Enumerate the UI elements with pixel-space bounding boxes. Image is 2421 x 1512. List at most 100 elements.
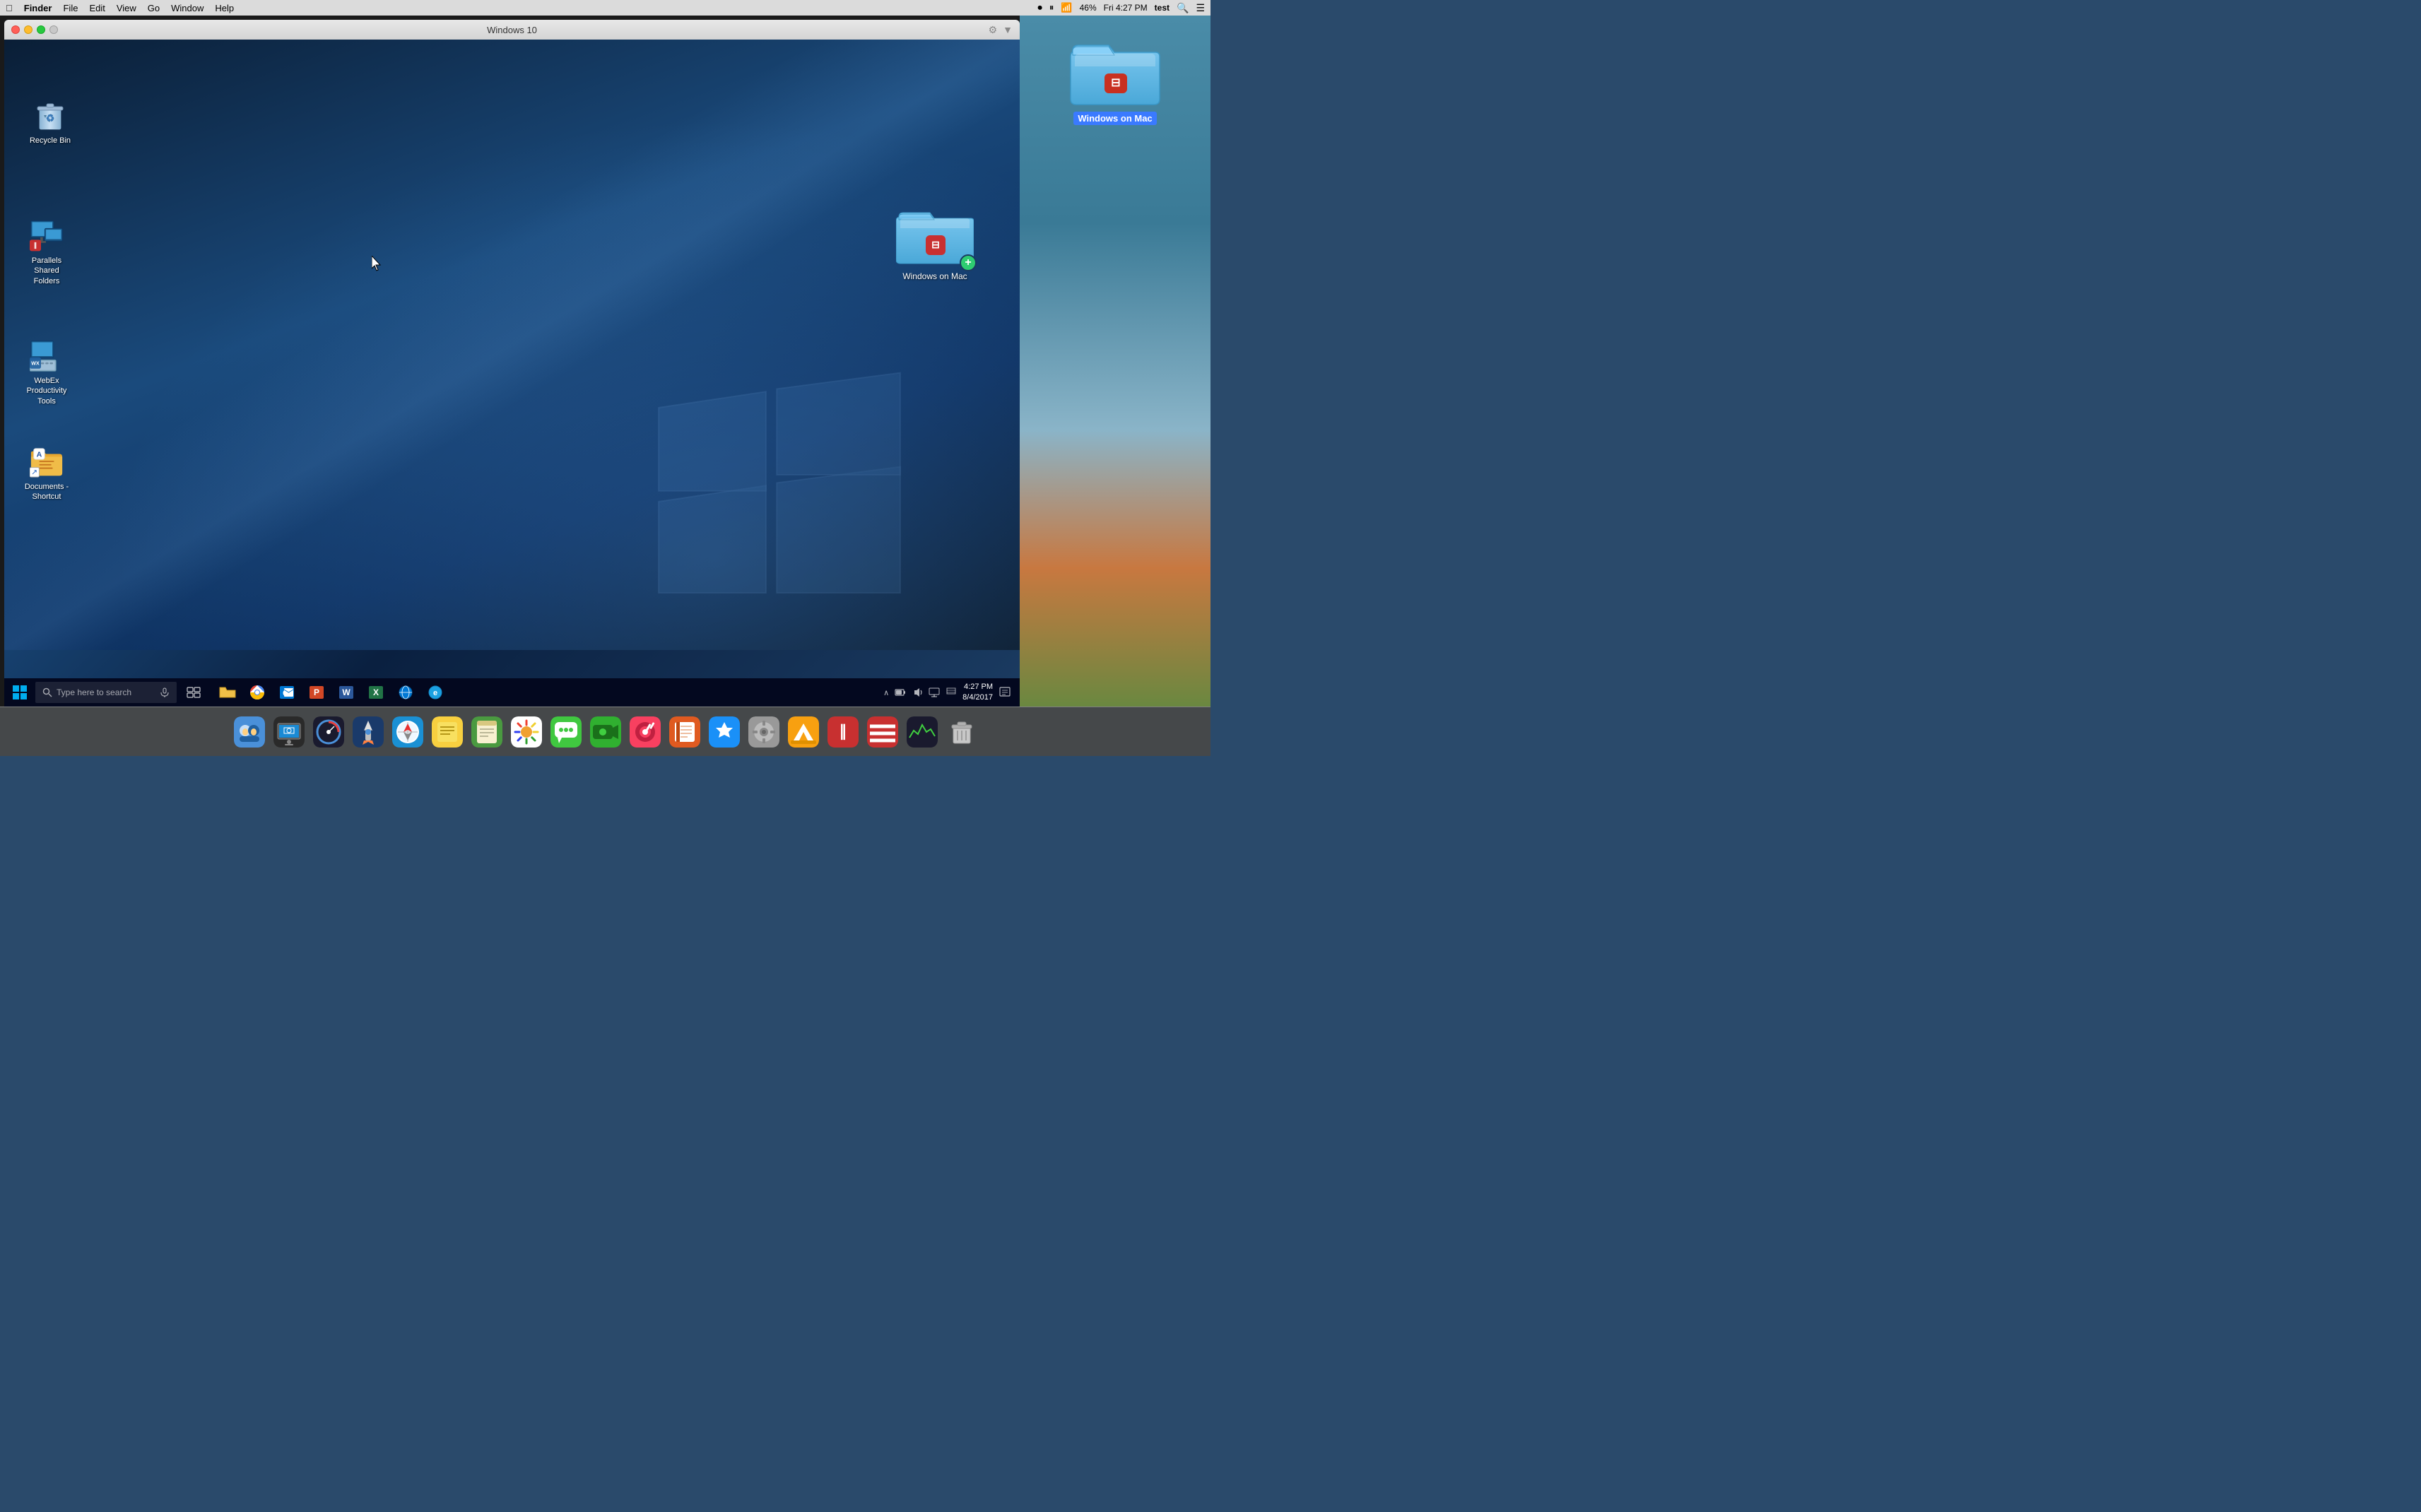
minimize-button[interactable] bbox=[24, 25, 33, 34]
datetime-display: Fri 4:27 PM bbox=[1104, 3, 1148, 13]
taskbar-search-placeholder: Type here to search bbox=[57, 687, 131, 697]
dock-parallels-desktop[interactable] bbox=[864, 714, 901, 750]
svg-text:∥: ∥ bbox=[34, 242, 37, 249]
dock-stickies[interactable] bbox=[429, 714, 466, 750]
svg-text:⊟: ⊟ bbox=[931, 239, 940, 250]
dock-itunes[interactable] bbox=[627, 714, 664, 750]
mac-sidebar-folder-container[interactable]: ⊟ Windows on Mac bbox=[1069, 30, 1161, 125]
shared-folders-label: Parallels Shared Folders bbox=[21, 256, 72, 286]
taskbar-mic-icon bbox=[160, 687, 170, 697]
main-area: Windows 10 ⚙ ▼ bbox=[0, 16, 1210, 707]
taskbar-search[interactable]: Type here to search bbox=[35, 682, 177, 703]
ie-taskbar-button[interactable]: e bbox=[421, 680, 449, 705]
shared-folders-icon[interactable]: ∥ Parallels Shared Folders bbox=[18, 216, 75, 289]
spotlight-icon[interactable]: 🔍 bbox=[1177, 2, 1189, 14]
shared-folders-image: ∥ bbox=[30, 219, 64, 253]
go-menu[interactable]: Go bbox=[148, 3, 160, 13]
view-menu[interactable]: View bbox=[117, 3, 136, 13]
svg-text:♻: ♻ bbox=[46, 112, 55, 124]
file-menu[interactable]: File bbox=[63, 3, 78, 13]
taskbar-time-value: 4:27 PM bbox=[962, 682, 993, 692]
help-menu[interactable]: Help bbox=[215, 3, 234, 13]
menubar-right: ⏺ ⏸ 📶 46% Fri 4:27 PM test 🔍 ☰ bbox=[1037, 2, 1205, 14]
word-taskbar-button[interactable]: W bbox=[332, 680, 360, 705]
menubar-left:  Finder File Edit View Go Window Help bbox=[6, 3, 234, 13]
dock-safari[interactable] bbox=[389, 714, 426, 750]
taskbar-search-icon bbox=[42, 687, 52, 697]
documents-image: A ↗ bbox=[30, 445, 64, 479]
svg-text:W: W bbox=[342, 687, 351, 697]
mouse-cursor bbox=[372, 256, 383, 271]
svg-text:P: P bbox=[314, 687, 319, 697]
windows-on-mac-folder-image: ⊟ + bbox=[896, 198, 974, 268]
pause-button[interactable]: ⏸ bbox=[1049, 2, 1054, 13]
tray-up-arrow[interactable]: ∧ bbox=[883, 688, 889, 697]
dock-rocket[interactable] bbox=[350, 714, 387, 750]
dock-appstore[interactable] bbox=[706, 714, 743, 750]
apple-menu[interactable]:  bbox=[6, 3, 13, 13]
svg-text:e: e bbox=[433, 689, 437, 697]
windows-logo-bg bbox=[645, 367, 914, 636]
settings-tray-icon bbox=[946, 687, 957, 698]
excel-taskbar-button[interactable]: X bbox=[362, 680, 390, 705]
dock-finder[interactable] bbox=[231, 714, 268, 750]
wifi-icon: 📶 bbox=[1061, 2, 1072, 13]
svg-text:A: A bbox=[37, 450, 42, 459]
webex-icon[interactable]: WX WebEx Productivity Tools bbox=[18, 336, 75, 409]
vm-settings-icon[interactable]: ⚙ bbox=[989, 24, 998, 36]
outlook-taskbar-button[interactable]: O bbox=[273, 680, 301, 705]
maps-taskbar-button[interactable] bbox=[391, 680, 420, 705]
task-view-button[interactable] bbox=[179, 680, 208, 705]
extra-button[interactable] bbox=[49, 25, 58, 34]
powerpoint-taskbar-button[interactable]: P bbox=[302, 680, 331, 705]
taskbar-tray: ∧ bbox=[883, 682, 1017, 704]
fullscreen-button[interactable] bbox=[37, 25, 45, 34]
dock-system-prefs[interactable] bbox=[746, 714, 782, 750]
close-button[interactable] bbox=[11, 25, 20, 34]
win-desktop: ♻ Recycle Bin bbox=[4, 40, 1020, 678]
dock-notes[interactable] bbox=[469, 714, 505, 750]
dock-parallels[interactable]: ∥ bbox=[825, 714, 861, 750]
dock-ibooks[interactable] bbox=[666, 714, 703, 750]
action-center-icon[interactable] bbox=[999, 686, 1011, 699]
vm-title: Windows 10 bbox=[487, 25, 537, 35]
record-button[interactable]: ⏺ bbox=[1037, 2, 1042, 13]
dock-screen-capture[interactable] bbox=[271, 714, 307, 750]
windows-mac-add-badge: + bbox=[960, 254, 977, 271]
recycle-bin-image: ♻ bbox=[33, 99, 67, 133]
dock-facetime[interactable] bbox=[587, 714, 624, 750]
chrome-taskbar-button[interactable] bbox=[243, 680, 271, 705]
documents-shortcut-icon[interactable]: A ↗ Documents - Shortcut bbox=[18, 442, 75, 505]
edit-menu[interactable]: Edit bbox=[89, 3, 105, 13]
webex-image: WX bbox=[30, 339, 64, 373]
dock-photos[interactable] bbox=[508, 714, 545, 750]
svg-text:↗: ↗ bbox=[31, 468, 37, 476]
windows-on-mac-folder[interactable]: ⊟ + Windows on Mac bbox=[893, 195, 977, 285]
notification-icon[interactable]: ☰ bbox=[1196, 2, 1205, 14]
explorer-taskbar-button[interactable] bbox=[213, 680, 242, 705]
recycle-bin-icon[interactable]: ♻ Recycle Bin bbox=[22, 96, 78, 148]
vm-titlebar-right: ⚙ ▼ bbox=[989, 24, 1013, 36]
mac-frame:  Finder File Edit View Go Window Help ⏺… bbox=[0, 0, 1210, 756]
webex-label: WebEx Productivity Tools bbox=[21, 376, 72, 406]
dock-vlc[interactable] bbox=[785, 714, 822, 750]
svg-text:WX: WX bbox=[31, 360, 40, 366]
svg-text:X: X bbox=[373, 687, 379, 697]
traffic-lights bbox=[11, 25, 58, 34]
svg-text:∥: ∥ bbox=[839, 722, 847, 740]
vm-view-icon[interactable]: ▼ bbox=[1003, 24, 1013, 35]
win-taskbar: Type here to search bbox=[4, 678, 1020, 707]
finder-menu[interactable]: Finder bbox=[24, 3, 52, 13]
battery-tray-icon bbox=[895, 687, 906, 698]
vm-window: Windows 10 ⚙ ▼ bbox=[4, 20, 1020, 707]
svg-text:⊟: ⊟ bbox=[1111, 77, 1120, 89]
dock-messages[interactable] bbox=[548, 714, 584, 750]
dock-istatmenus[interactable] bbox=[310, 714, 347, 750]
mac-dock: ∥ bbox=[0, 707, 1210, 756]
dock-trash[interactable] bbox=[943, 714, 980, 750]
start-button[interactable] bbox=[7, 680, 33, 705]
dock-activity-monitor[interactable] bbox=[904, 714, 941, 750]
battery-status: 46% bbox=[1080, 3, 1097, 13]
network-tray-icon bbox=[929, 687, 940, 698]
window-menu[interactable]: Window bbox=[171, 3, 204, 13]
